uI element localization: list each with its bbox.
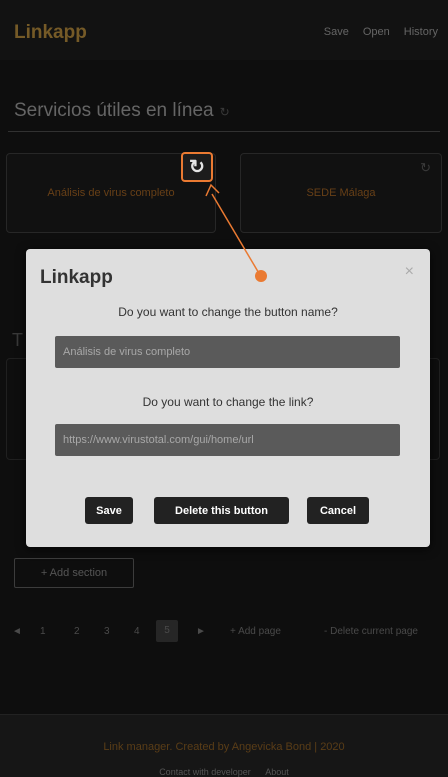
next-page-icon[interactable]: ► <box>196 626 206 637</box>
nav-history[interactable]: History <box>404 26 438 38</box>
page-current[interactable]: 5 <box>156 620 178 642</box>
link-button-sede-malaga[interactable]: SEDE Málaga ↻ <box>240 153 442 233</box>
nav-open[interactable]: Open <box>363 26 390 38</box>
edit-button-refresh-icon[interactable]: ↻ <box>181 152 213 182</box>
top-bar: Linkapp Save Open History <box>0 0 448 60</box>
button-name-input[interactable] <box>55 336 400 368</box>
add-page-link[interactable]: + Add page <box>230 626 281 637</box>
page-4[interactable]: 4 <box>134 626 140 637</box>
refresh-icon[interactable]: ↻ <box>220 105 230 119</box>
nav-save[interactable]: Save <box>324 26 349 38</box>
delete-button[interactable]: Delete this button <box>154 497 289 524</box>
page-2[interactable]: 2 <box>74 626 80 637</box>
prev-page-icon[interactable]: ◄ <box>12 626 22 637</box>
link-button-label: SEDE Málaga <box>306 187 376 199</box>
modal-title: Linkapp <box>40 267 113 288</box>
footer: Link manager. Created by Angevicka Bond … <box>0 714 448 777</box>
add-section-button[interactable]: + Add section <box>14 558 134 588</box>
refresh-icon[interactable]: ↻ <box>420 160 431 176</box>
app-brand[interactable]: Linkapp <box>14 22 87 44</box>
section-title: Servicios útiles en línea ↻ <box>14 100 230 122</box>
page-1[interactable]: 1 <box>40 626 46 637</box>
question-button-name: Do you want to change the button name? <box>118 305 338 319</box>
cancel-button[interactable]: Cancel <box>307 497 369 524</box>
close-icon[interactable]: × <box>405 263 414 281</box>
section-title-text: Servicios útiles en línea <box>14 100 214 121</box>
section-divider <box>8 131 440 132</box>
link-button-label: Análisis de virus completo <box>47 187 175 199</box>
footer-credit: Link manager. Created by Angevicka Bond … <box>103 741 345 753</box>
pagination: ◄ 1 2 3 4 5 ► + Add page - Delete curren… <box>0 620 448 644</box>
link-input[interactable] <box>55 424 400 456</box>
edit-button-modal: Linkapp × Do you want to change the butt… <box>26 249 430 547</box>
save-button[interactable]: Save <box>85 497 133 524</box>
page-3[interactable]: 3 <box>104 626 110 637</box>
question-link: Do you want to change the link? <box>142 395 314 409</box>
section-title-partial: T <box>12 330 23 350</box>
delete-page-link[interactable]: - Delete current page <box>324 626 418 637</box>
top-nav: Save Open History <box>324 26 438 38</box>
